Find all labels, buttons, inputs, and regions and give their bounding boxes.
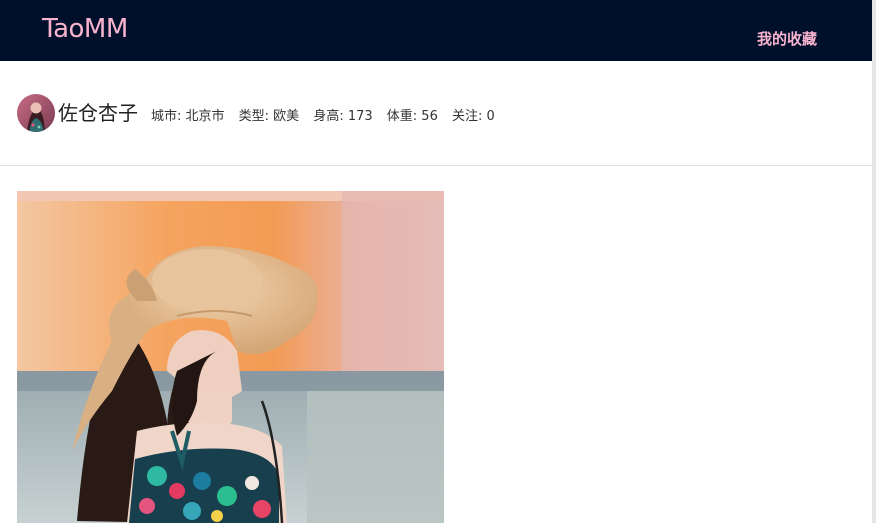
top-navbar: TaoMM 我的收藏 xyxy=(0,0,872,61)
city-stat: 城市: 北京市 xyxy=(151,109,225,124)
brand-logo-link[interactable]: TaoMM xyxy=(42,12,128,46)
avatar[interactable] xyxy=(17,94,55,132)
model-stats: 城市: 北京市 类型: 欧美 身高: 173 体重: 56 关注: 0 xyxy=(151,108,505,126)
height-stat: 身高: 173 xyxy=(313,109,373,124)
model-photo[interactable] xyxy=(17,191,444,523)
profile-header: 佐仓杏子 城市: 北京市 类型: 欧美 身高: 173 体重: 56 关注: 0 xyxy=(0,61,872,166)
model-name: 佐仓杏子 xyxy=(58,101,138,125)
my-favorites-link[interactable]: 我的收藏 xyxy=(757,28,817,50)
weight-stat: 体重: 56 xyxy=(386,109,438,124)
follow-stat: 关注: 0 xyxy=(451,109,495,124)
scrollbar-track[interactable] xyxy=(872,0,876,523)
type-stat: 类型: 欧美 xyxy=(238,109,300,124)
